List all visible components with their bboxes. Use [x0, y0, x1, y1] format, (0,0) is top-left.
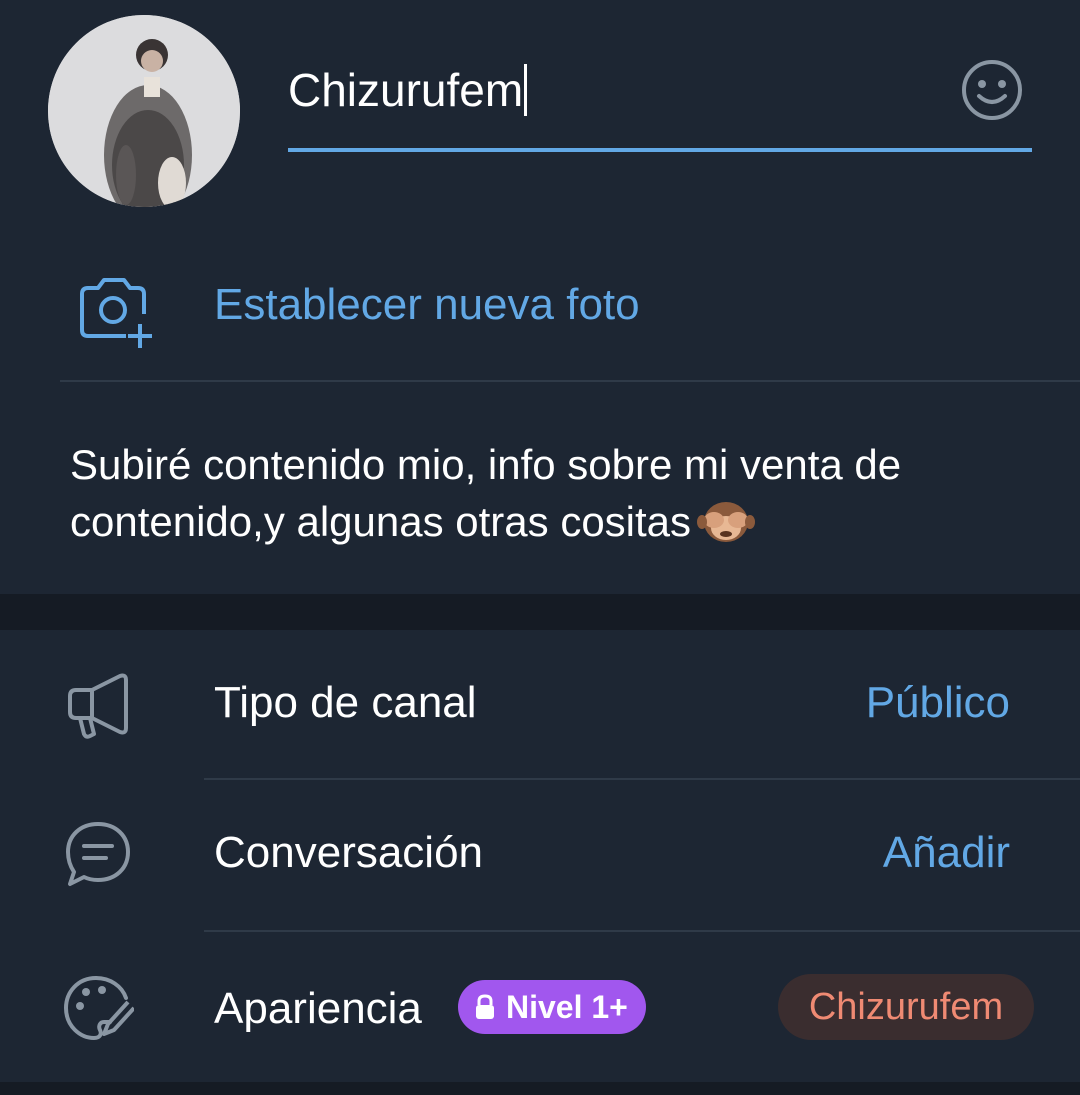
lock-icon [476, 994, 494, 1019]
description-text: Subiré contenido mio, info sobre mi vent… [70, 441, 902, 545]
set-new-photo-button[interactable]: Establecer nueva foto [0, 250, 1080, 360]
channel-type-row[interactable]: Tipo de canal Público [0, 630, 1080, 780]
discussion-row[interactable]: Conversación Añadir [0, 780, 1080, 930]
level-badge: Nivel 1+ [458, 980, 646, 1034]
appearance-label: Apariencia [214, 984, 422, 1033]
name-input-underline [288, 148, 1032, 152]
text-caret [524, 64, 528, 116]
smile-icon[interactable] [960, 58, 1024, 122]
discussion-label: Conversación [214, 828, 484, 877]
channel-type-label: Tipo de canal [214, 678, 477, 727]
see-no-evil-monkey-emoji [697, 500, 756, 558]
avatar[interactable] [48, 15, 240, 207]
divider [60, 380, 1080, 382]
camera-add-icon [80, 278, 152, 348]
section-gap [0, 594, 1080, 630]
chat-bubble-icon [66, 822, 130, 886]
bottom-gap [0, 1082, 1080, 1095]
appearance-value: Chizurufem [808, 985, 1004, 1028]
palette-icon [63, 976, 134, 1041]
set-new-photo-label: Establecer nueva foto [214, 280, 640, 329]
channel-name-input[interactable]: Chizurufem [288, 63, 528, 117]
channel-type-value: Público [865, 678, 1010, 727]
discussion-value: Añadir [882, 828, 1010, 877]
channel-description-input[interactable]: Subiré contenido mio, info sobre mi vent… [70, 436, 990, 558]
channel-name-field[interactable]: Chizurufem [288, 55, 1032, 155]
appearance-value-chip[interactable]: Chizurufem [778, 974, 1034, 1040]
channel-name-text: Chizurufem [288, 64, 524, 116]
level-badge-text: Nivel 1+ [506, 988, 628, 1025]
avatar-photo [48, 15, 240, 207]
megaphone-icon [68, 673, 128, 739]
